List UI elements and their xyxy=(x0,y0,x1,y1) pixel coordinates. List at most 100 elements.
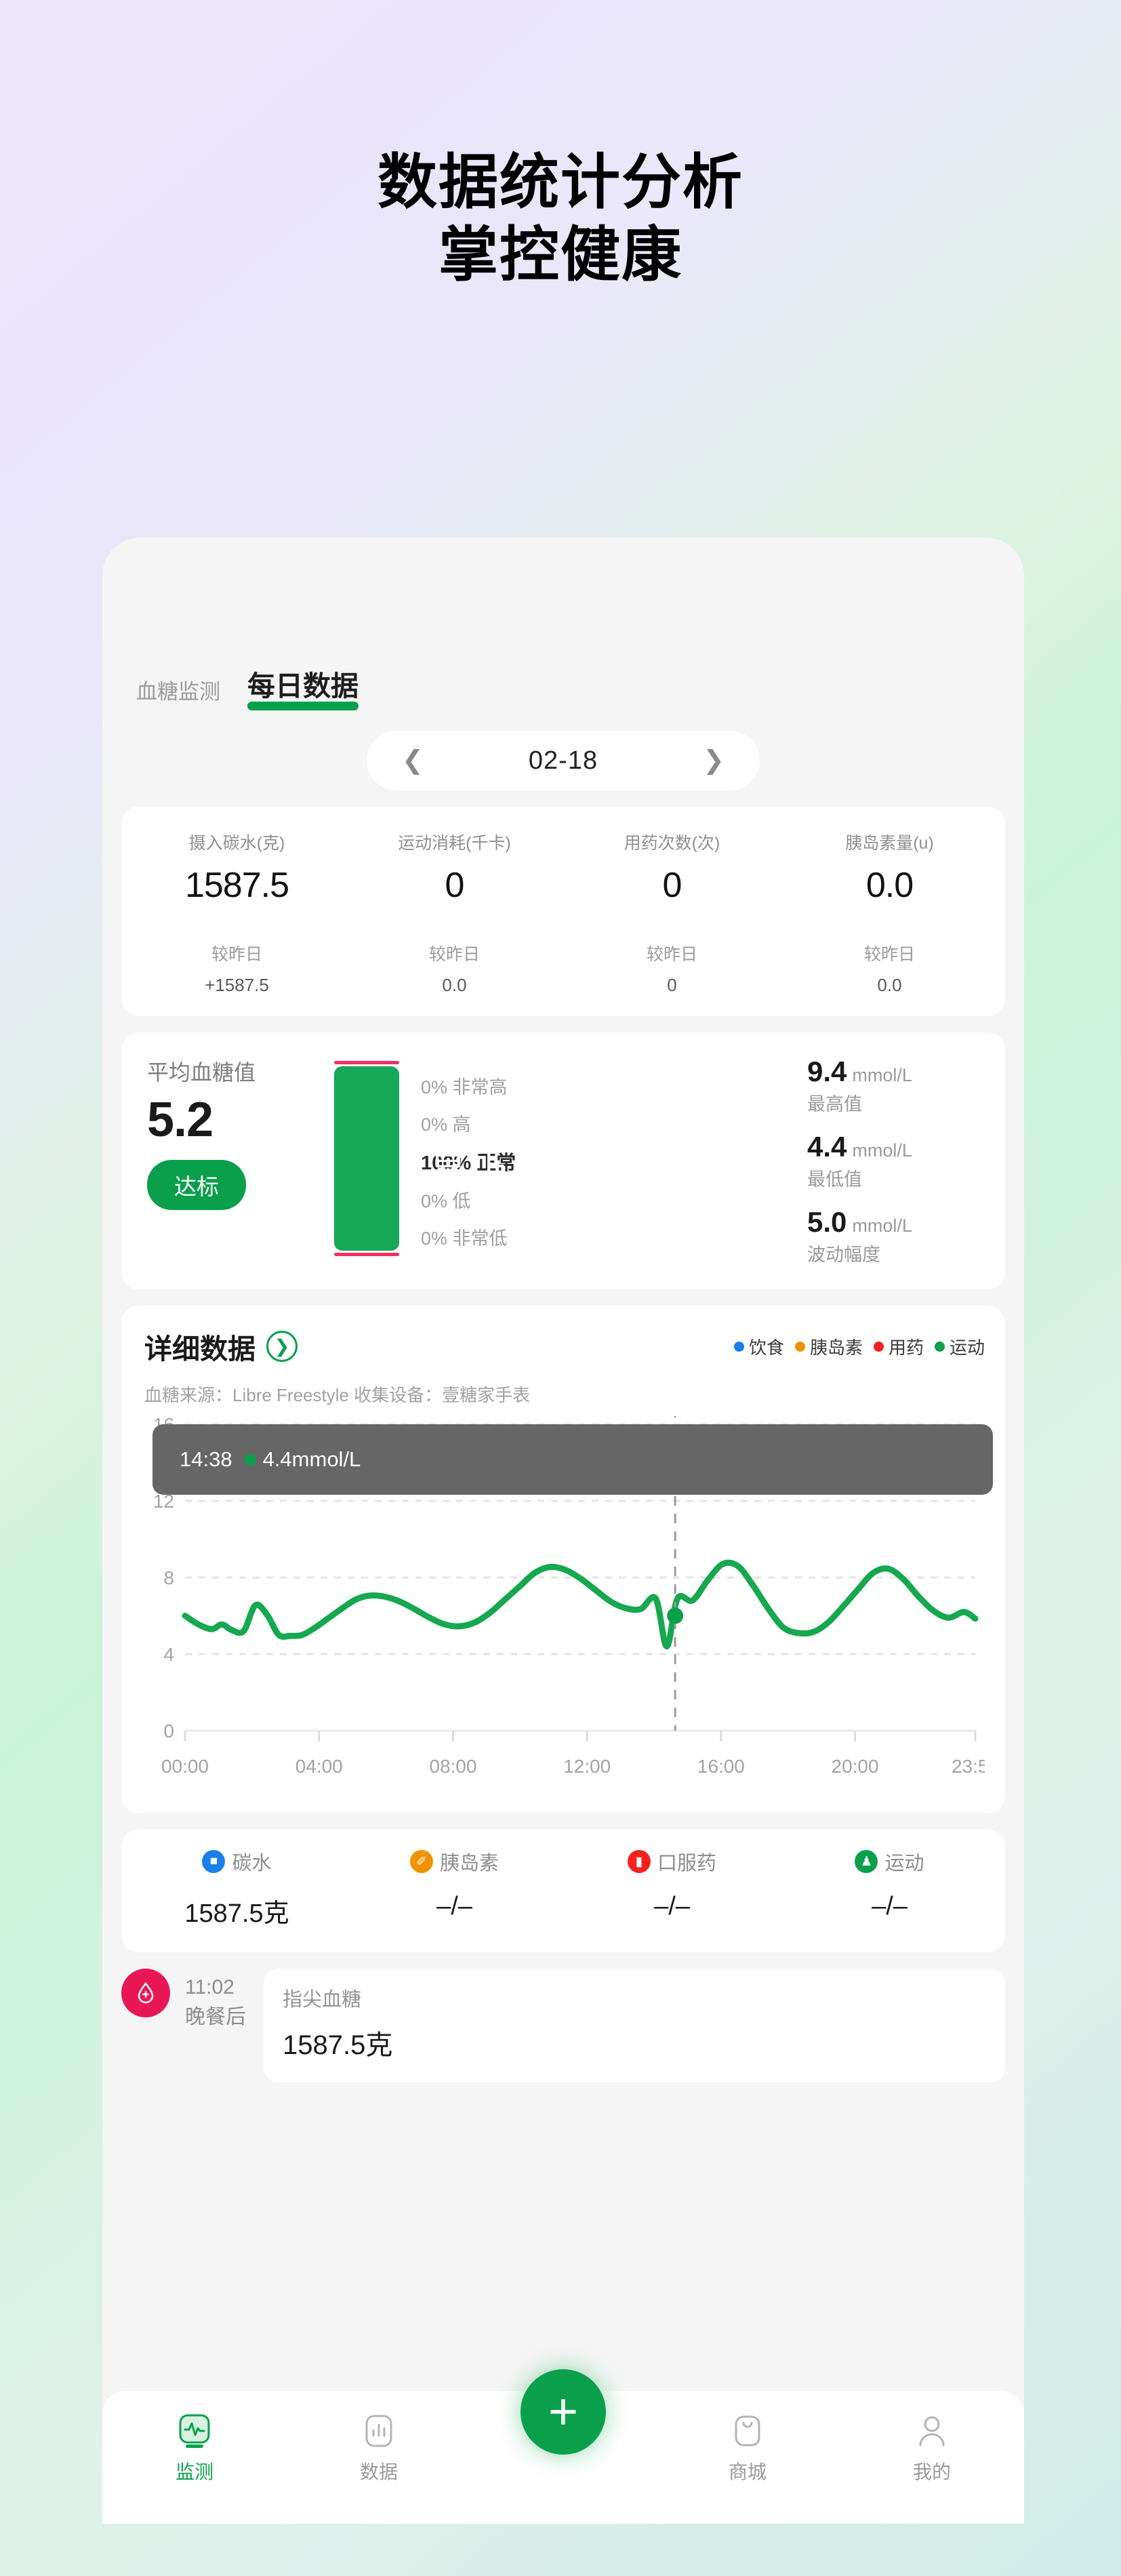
nav-item-data[interactable]: 数据 xyxy=(287,2409,471,2484)
nav-item-profile[interactable]: 我的 xyxy=(840,2409,1024,2484)
legend-item: 运动 xyxy=(934,1334,985,1359)
summary-column: ■ 碳水 1587.5克 xyxy=(128,1847,346,1929)
insulin-icon: ✐ xyxy=(409,1850,433,1873)
metric-number: 9.4 xyxy=(807,1055,847,1087)
stat-column: 用药次数(次) 0 较昨日 0 xyxy=(563,830,781,996)
chart-marker-dot[interactable] xyxy=(667,1607,684,1624)
bars-icon xyxy=(287,2409,471,2453)
legend-label: 饮食 xyxy=(748,1337,784,1358)
glucose-metric: 4.4 mmol/L 最低值 xyxy=(807,1131,982,1191)
metric-caption: 最低值 xyxy=(807,1169,862,1190)
chart-xtick-label: 00:00 xyxy=(161,1756,209,1777)
average-glucose-body: 平均血糖值 5.2 达标 0% 非常高 0% 高 100% 正常 0% 低 0% 非常低… xyxy=(121,1032,1005,1289)
average-glucose-left: 平均血糖值 5.2 达标 xyxy=(147,1055,317,1266)
detail-chart-header: 详细数据 ❯ 饮食 胰岛素 用药 运动 xyxy=(121,1306,1005,1367)
record-time: 11:02 xyxy=(185,1976,235,1998)
date-pager-container: ❮ 02-18 ❯ xyxy=(102,731,1024,790)
blood-drop-icon xyxy=(121,1969,170,2017)
legend-dot-icon xyxy=(934,1341,945,1352)
bottom-navigation: 监测 数据 商城 我的 + xyxy=(102,2369,1024,2524)
nav-label-store: 商城 xyxy=(728,2461,767,2482)
summary-value: –/– xyxy=(872,1892,908,1920)
legend-label: 运动 xyxy=(949,1337,985,1358)
detail-chart-card: 详细数据 ❯ 饮食 胰岛素 用药 运动 血糖来源：Libre Freestyle 收集… xyxy=(121,1302,1005,1813)
chart-legend: 饮食 胰岛素 用药 运动 xyxy=(733,1334,985,1359)
chart-ytick-label: 4 xyxy=(163,1644,174,1665)
plus-icon: + xyxy=(548,2383,579,2440)
legend-item: 用药 xyxy=(873,1334,924,1359)
record-value: 1587.5克 xyxy=(283,2030,393,2060)
stat-value: 0.0 xyxy=(865,866,914,905)
current-date-label: 02-18 xyxy=(528,746,598,775)
summary-value: –/– xyxy=(654,1892,690,1920)
legend-dot-icon xyxy=(794,1341,805,1352)
chart-ytick-label: 8 xyxy=(163,1567,174,1588)
stat-label: 胰岛素量(u) xyxy=(845,834,934,853)
stat-column: 摄入碳水(克) 1587.5 较昨日 +1587.5 xyxy=(128,830,346,996)
stat-column: 胰岛素量(u) 0.0 较昨日 0.0 xyxy=(781,830,998,996)
phone-screen: 血糖监测 每日数据 ❮ 02-18 ❯ 摄入碳水(克) 1587.5 较昨日 +158… xyxy=(102,538,1024,2524)
distribution-row: 0% 非常高 xyxy=(421,1076,508,1098)
stat-compare-value: 0 xyxy=(667,975,677,995)
metric-number: 4.4 xyxy=(807,1131,847,1163)
legend-label: 用药 xyxy=(888,1337,924,1358)
date-pager: ❮ 02-18 ❯ xyxy=(367,731,760,790)
chart-xtick-label: 12:00 xyxy=(563,1756,611,1777)
summary-head: ▮ 口服药 xyxy=(563,1847,781,1876)
metric-value: 4.4 mmol/L xyxy=(807,1131,982,1163)
record-row[interactable]: 11:02 晚餐后 指尖血糖 1587.5克 xyxy=(121,1969,1005,2082)
tab-daily-data[interactable]: 每日数据 xyxy=(247,663,359,710)
nav-item-store[interactable]: 商城 xyxy=(655,2409,840,2484)
daily-stats-grid: 摄入碳水(克) 1587.5 较昨日 +1587.5 运动消耗(千卡) 0 较昨日 0.0 用药… xyxy=(121,807,1005,1016)
metric-caption: 最高值 xyxy=(807,1094,862,1114)
summary-head: ♟ 运动 xyxy=(781,1847,998,1876)
tooltip-dot-icon xyxy=(244,1453,256,1466)
glucose-metric: 5.0 mmol/L 波动幅度 xyxy=(807,1206,982,1266)
metric-caption: 波动幅度 xyxy=(807,1245,880,1265)
intake-summary-grid: ■ 碳水 1587.5克 ✐ 胰岛素 –/– ▮ 口服药 –/– ♟ 运动 –/– xyxy=(121,1830,1005,1952)
glucose-distribution-bar xyxy=(334,1055,399,1266)
summary-name: 碳水 xyxy=(232,1853,272,1874)
hero-line-2: 掌控健康 xyxy=(438,221,682,289)
distribution-row: 0% 非常低 xyxy=(421,1228,508,1249)
metric-value: 5.0 mmol/L xyxy=(807,1206,982,1239)
legend-item: 饮食 xyxy=(733,1334,784,1359)
tab-blood-glucose-monitor[interactable]: 血糖监测 xyxy=(136,675,220,709)
record-meal-tag: 晚餐后 xyxy=(185,2005,246,2028)
stat-compare-value: +1587.5 xyxy=(205,975,269,995)
hero-line-1: 数据统计分析 xyxy=(377,148,743,216)
intake-summary-card: ■ 碳水 1587.5克 ✐ 胰岛素 –/– ▮ 口服药 –/– ♟ 运动 –/– xyxy=(121,1830,1005,1952)
record-detail-card[interactable]: 指尖血糖 1587.5克 xyxy=(264,1969,1005,2082)
legend-item: 胰岛素 xyxy=(794,1334,863,1359)
add-record-fab[interactable]: + xyxy=(521,2369,606,2455)
chevron-right-icon[interactable]: ❯ xyxy=(266,1331,298,1362)
exercise-icon: ♟ xyxy=(855,1850,878,1873)
nav-item-monitor[interactable]: 监测 xyxy=(102,2409,287,2484)
summary-value: –/– xyxy=(436,1892,472,1920)
record-label: 指尖血糖 xyxy=(283,1989,362,2011)
chart-glucose-line xyxy=(182,1559,979,1650)
chevron-left-icon[interactable]: ❮ xyxy=(402,748,424,773)
stat-compare-label: 较昨日 xyxy=(211,945,262,964)
chevron-right-icon[interactable]: ❯ xyxy=(703,748,725,773)
summary-name: 口服药 xyxy=(657,1853,716,1874)
status-badge: 达标 xyxy=(147,1160,246,1210)
carbs-icon: ■ xyxy=(202,1850,226,1873)
record-time-block: 11:02 晚餐后 xyxy=(170,1969,264,2032)
chart-xtick-label: 16:00 xyxy=(697,1756,745,1777)
chart-ytick-label: 0 xyxy=(163,1720,174,1742)
detail-title-group[interactable]: 详细数据 ❯ xyxy=(144,1326,298,1367)
chart-xtick-label: 20:00 xyxy=(832,1756,879,1777)
stat-value: 1587.5 xyxy=(184,866,289,905)
glucose-chart[interactable]: 048121600:0004:0008:0012:0016:0020:0023:… xyxy=(121,1302,1005,1813)
stat-compare-value: 0.0 xyxy=(877,975,902,995)
legend-label: 胰岛素 xyxy=(809,1337,863,1358)
bar-cap-bottom xyxy=(334,1253,399,1256)
legend-dot-icon xyxy=(873,1341,884,1352)
chart-xtick-label: 04:00 xyxy=(295,1756,343,1777)
summary-head: ✐ 胰岛素 xyxy=(346,1847,563,1876)
bar-normal-segment xyxy=(334,1066,399,1251)
summary-column: ✐ 胰岛素 –/– xyxy=(346,1847,563,1929)
bar-cap-top xyxy=(334,1061,399,1064)
person-icon xyxy=(840,2409,1024,2453)
